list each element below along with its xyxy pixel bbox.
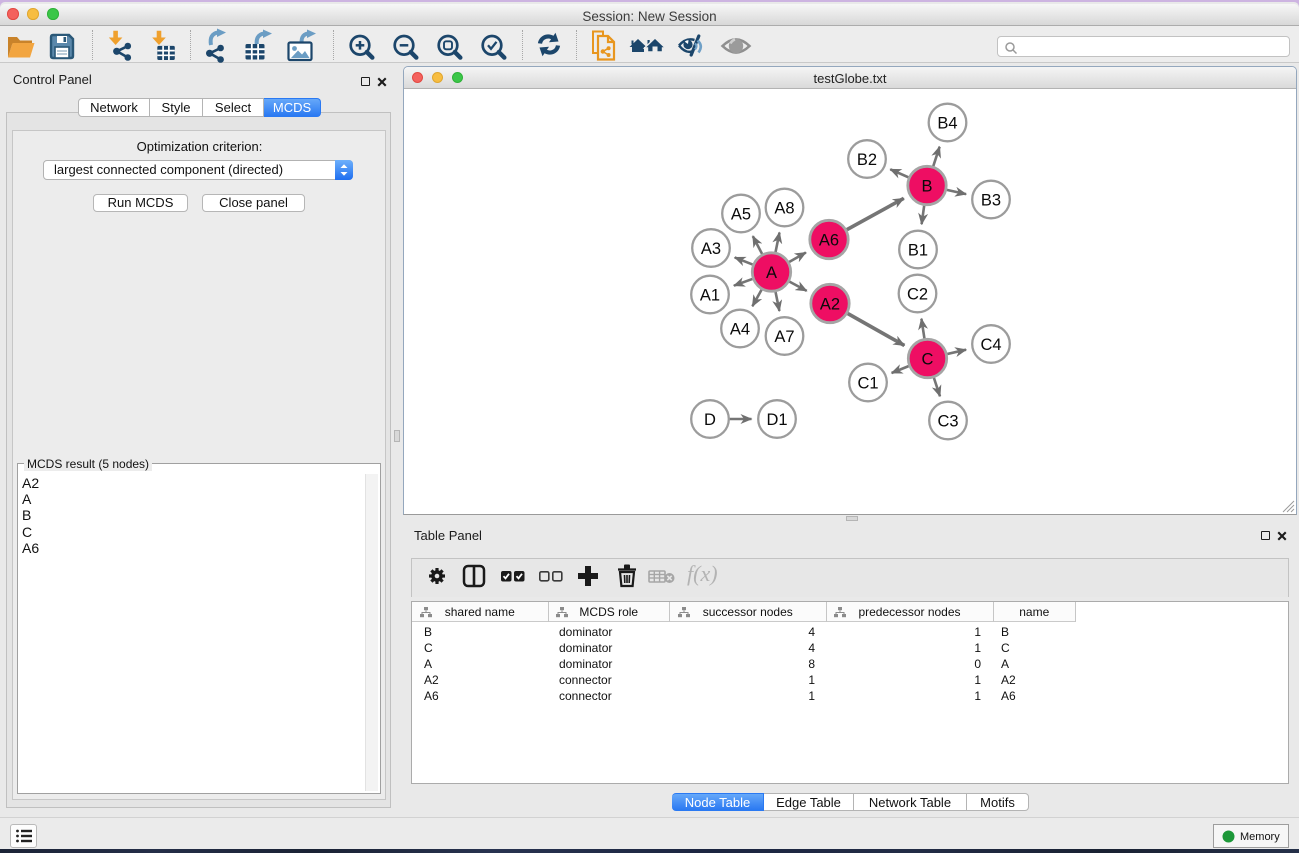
svg-text:C1: C1	[857, 375, 878, 393]
svg-text:A2: A2	[820, 296, 840, 314]
svg-text:C: C	[922, 351, 934, 369]
svg-text:D: D	[704, 411, 716, 429]
svg-text:B1: B1	[908, 242, 928, 260]
svg-text:C2: C2	[907, 286, 928, 304]
svg-text:B: B	[921, 178, 932, 196]
svg-text:A6: A6	[819, 232, 839, 250]
svg-text:B2: B2	[857, 151, 877, 169]
svg-text:A7: A7	[774, 328, 794, 346]
svg-text:A8: A8	[774, 200, 794, 218]
svg-text:A: A	[766, 264, 777, 282]
svg-text:C4: C4	[980, 336, 1001, 354]
svg-text:A3: A3	[701, 240, 721, 258]
svg-text:A5: A5	[731, 206, 751, 224]
svg-text:B4: B4	[937, 115, 957, 133]
svg-text:A1: A1	[700, 287, 720, 305]
svg-text:C3: C3	[937, 413, 958, 431]
svg-text:B3: B3	[981, 192, 1001, 210]
svg-text:D1: D1	[766, 411, 787, 429]
svg-text:A4: A4	[730, 321, 750, 339]
